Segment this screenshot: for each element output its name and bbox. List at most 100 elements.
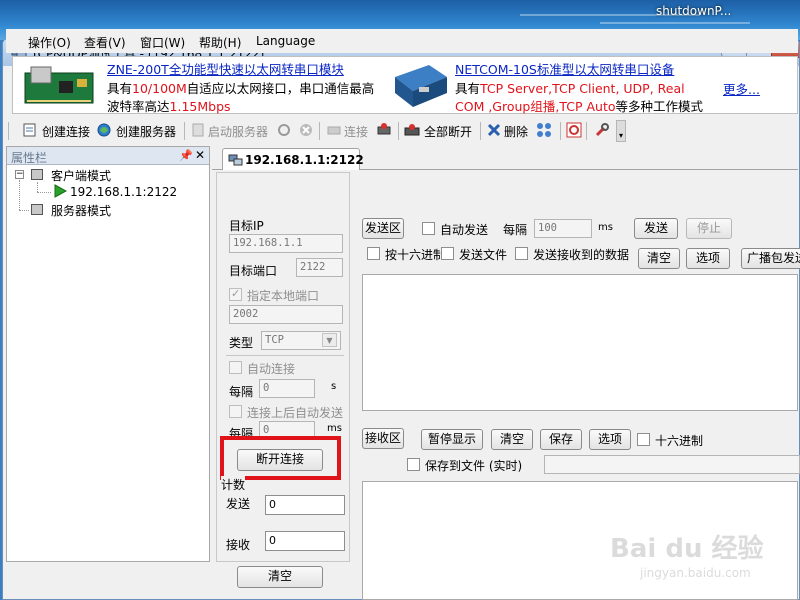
tree-server-mode[interactable]: 服务器模式 bbox=[51, 202, 111, 219]
target-ip-field[interactable]: 192.168.1.1 bbox=[229, 234, 343, 253]
recv-clear-button[interactable]: 清空 bbox=[491, 429, 533, 450]
connect-icon bbox=[327, 126, 341, 135]
desktop-icon-label[interactable]: shutdownP... bbox=[656, 4, 731, 18]
tab-label: 192.168.1.1:2122 bbox=[245, 153, 364, 167]
ad2-title-link[interactable]: NETCOM-10S标准型以太网转串口设备 bbox=[455, 59, 674, 78]
recv-hex-checkbox[interactable] bbox=[637, 433, 650, 446]
local-port-field[interactable]: 2002 bbox=[229, 305, 343, 324]
local-port-checkbox[interactable] bbox=[229, 287, 242, 301]
send-file-label: 发送文件 bbox=[459, 248, 508, 262]
toolbar-separator bbox=[319, 122, 320, 140]
tree-connector bbox=[19, 180, 20, 210]
count-label: 计数 bbox=[221, 476, 246, 493]
save-to-file-label: 保存到文件 (实时) bbox=[425, 459, 523, 473]
group-divider bbox=[226, 355, 344, 356]
menu-help[interactable]: 帮助(H) bbox=[199, 34, 241, 51]
every1-field[interactable]: 0 bbox=[259, 379, 315, 398]
create-connection-button[interactable]: 创建连接 bbox=[42, 123, 90, 140]
tab-connection[interactable]: 192.168.1.1:2122 bbox=[222, 148, 364, 170]
watermark-url: jingyan.baidu.com bbox=[640, 566, 751, 580]
delete-button[interactable]: 删除 bbox=[504, 123, 528, 140]
tree-connector bbox=[19, 210, 29, 211]
menu-window[interactable]: 窗口(W) bbox=[140, 34, 185, 51]
tree-client-mode[interactable]: 客户端模式 bbox=[51, 167, 111, 184]
tree-collapse-icon[interactable]: − bbox=[15, 170, 24, 179]
connection-tab-icon bbox=[228, 154, 243, 166]
toolbar: 创建连接 创建服务器 启动服务器 连接 全部断开 删除 ▾ bbox=[6, 118, 798, 144]
start-server-button[interactable]: 启动服务器 bbox=[208, 123, 268, 140]
link-icon bbox=[278, 124, 290, 136]
send-hex-checkbox[interactable] bbox=[367, 247, 380, 260]
auto-send-checkbox[interactable] bbox=[422, 222, 435, 235]
recv-count-label: 接收 bbox=[226, 538, 251, 552]
recv-area-label: 接收区 bbox=[362, 428, 404, 449]
menu-operate[interactable]: 操作(O) bbox=[28, 34, 71, 51]
watermark-logo: Bai du 经验 bbox=[610, 534, 764, 564]
tree-connector bbox=[37, 182, 38, 192]
auto-connect-label: 自动连接 bbox=[247, 362, 296, 376]
stop-icon[interactable] bbox=[298, 122, 314, 138]
send-area-label: 发送区 bbox=[362, 218, 404, 239]
auto-send-after-connect-label: 连接上后自动发送 bbox=[247, 406, 344, 420]
toolbar-separator bbox=[398, 122, 399, 140]
target-port-field[interactable]: 2122 bbox=[296, 258, 343, 277]
disconnect-all-button[interactable]: 全部断开 bbox=[424, 123, 472, 140]
create-server-button[interactable]: 创建服务器 bbox=[116, 123, 176, 140]
send-textarea[interactable] bbox=[362, 274, 798, 411]
ad1-line3: 波特率高达1.15Mbps bbox=[107, 99, 231, 114]
pin-icon[interactable]: 📌 bbox=[179, 149, 193, 162]
send-file-checkbox[interactable] bbox=[441, 247, 454, 260]
disconnect-icon[interactable] bbox=[376, 122, 392, 138]
connect-button[interactable]: 连接 bbox=[344, 123, 368, 140]
send-count-label: 发送 bbox=[226, 497, 251, 511]
more-link[interactable]: 更多... bbox=[723, 79, 760, 98]
send-clear-button[interactable]: 清空 bbox=[638, 248, 680, 269]
disconnect-all-icon bbox=[404, 124, 420, 136]
clear-count-button[interactable]: 清空 bbox=[237, 566, 323, 588]
toolbar-separator bbox=[586, 122, 587, 140]
target-port-label: 目标端口 bbox=[229, 264, 278, 278]
send-button[interactable]: 发送 bbox=[634, 218, 678, 239]
save-file-path-field[interactable] bbox=[544, 455, 800, 474]
chevron-down-icon[interactable]: ▼ bbox=[322, 333, 337, 347]
menu-language[interactable]: Language bbox=[256, 34, 315, 48]
tree-client-item[interactable]: 192.168.1.1:2122 bbox=[70, 185, 177, 199]
stop-button[interactable]: 停止 bbox=[686, 218, 732, 239]
auto-send-after-connect-checkbox[interactable] bbox=[229, 405, 242, 418]
send-interval-label: 每隔 bbox=[503, 223, 528, 237]
sidebar-close-icon[interactable]: ✕ bbox=[195, 148, 205, 162]
network-icon[interactable] bbox=[536, 122, 552, 138]
broadcast-send-button[interactable]: 广播包发送 bbox=[741, 248, 800, 269]
toolbar-overflow-chevron-icon[interactable]: ▾ bbox=[616, 120, 626, 142]
red-highlight-annotation bbox=[220, 436, 341, 480]
start-server-icon bbox=[192, 123, 204, 137]
recv-count-field[interactable]: 0 bbox=[265, 531, 345, 551]
sidebar-title: 属性栏 bbox=[11, 151, 48, 165]
pause-display-button[interactable]: 暂停显示 bbox=[421, 429, 483, 450]
recv-hex-label: 十六进制 bbox=[655, 434, 704, 448]
menu-bar: 操作(O) 查看(V) 窗口(W) 帮助(H) Language bbox=[6, 29, 798, 53]
ad1-title-link[interactable]: ZNE-200T全功能型快速以太网转串口模块 bbox=[107, 59, 344, 78]
tools-icon[interactable] bbox=[594, 122, 610, 138]
recv-options-button[interactable]: 选项 bbox=[589, 429, 631, 450]
every1-label: 每隔 bbox=[229, 385, 254, 399]
save-to-file-checkbox[interactable] bbox=[407, 458, 420, 471]
toolbar-separator bbox=[184, 122, 185, 140]
type-select-value: TCP bbox=[265, 334, 284, 346]
power-icon[interactable] bbox=[566, 122, 582, 138]
ad2-line3: COM ,Group组播,TCP Auto等多种工作模式 bbox=[455, 99, 704, 114]
computer-icon bbox=[31, 169, 43, 180]
tree-connector bbox=[37, 192, 51, 193]
send-options-button[interactable]: 选项 bbox=[686, 248, 730, 269]
send-interval-field[interactable]: 100 bbox=[534, 219, 592, 238]
local-port-label: 指定本地端口 bbox=[247, 289, 320, 303]
device-product-image bbox=[395, 65, 447, 107]
toolbar-separator bbox=[560, 122, 561, 140]
send-received-checkbox[interactable] bbox=[515, 247, 528, 260]
auto-connect-checkbox[interactable] bbox=[229, 361, 242, 374]
every1-unit: s bbox=[331, 381, 337, 392]
recv-save-button[interactable]: 保存 bbox=[540, 429, 582, 450]
menu-view[interactable]: 查看(V) bbox=[84, 34, 126, 51]
module-product-image bbox=[24, 66, 94, 104]
send-count-field[interactable]: 0 bbox=[265, 495, 345, 515]
